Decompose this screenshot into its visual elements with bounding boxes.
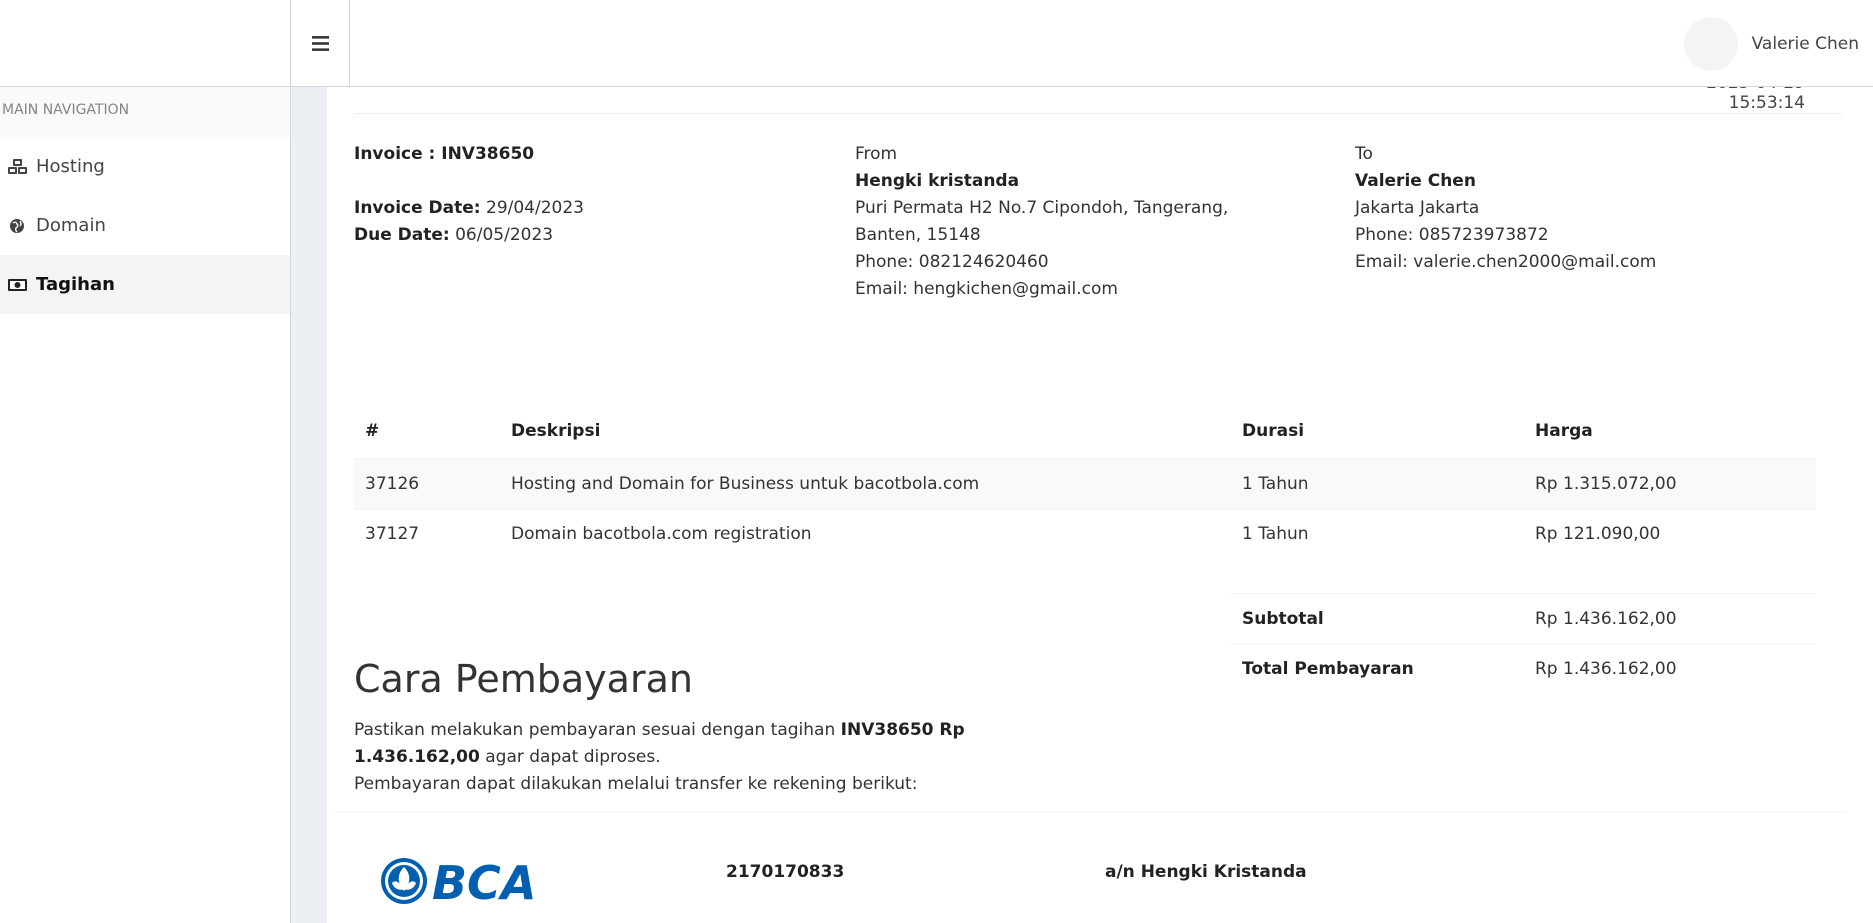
table-row: 37127 Domain bacotbola.com registration … [354, 508, 1816, 559]
logo-area [0, 0, 291, 87]
invoice-items-table: # Deskripsi Durasi Harga 37126 Hosting a… [354, 404, 1816, 559]
sidebar-section-title: MAIN NAVIGATION [0, 87, 290, 137]
invoice-number: Invoice : INV38650 [354, 144, 535, 164]
table-cell: Hosting and Domain for Business untuk ba… [500, 458, 1231, 509]
to-address-line: Jakarta Jakarta [1355, 198, 1480, 218]
table-cell: 1 Tahun [1231, 508, 1524, 559]
invoice-datetime: 2023-04-29 15:53:14 [1706, 87, 1805, 113]
sidebar-item-domain[interactable]: Domain [0, 196, 290, 255]
top-header: Valerie Chen [0, 0, 1873, 87]
payment-text-suffix: agar dapat diproses. [479, 747, 661, 767]
invoice-date-label: Invoice Date: [354, 198, 481, 218]
to-address: To Valerie Chen Jakarta Jakarta Phone: 0… [1355, 141, 1795, 276]
column-header: Deskripsi [500, 404, 1231, 460]
payment-instructions: Pastikan melakukan pembayaran sesuai den… [354, 717, 1074, 798]
to-title: To [1355, 144, 1373, 164]
user-menu[interactable]: Valerie Chen [1683, 0, 1873, 87]
divider [354, 113, 1842, 114]
total-row: Total Pembayaran Rp 1.436.162,00 [1231, 643, 1816, 694]
table-cell: 37127 [354, 508, 500, 559]
table-header-row: # Deskripsi Durasi Harga [354, 404, 1816, 460]
column-header: Durasi [1231, 404, 1524, 460]
table-cell: Rp 121.090,00 [1524, 508, 1816, 559]
bank-logo: BCA [380, 855, 536, 912]
from-address-line: Puri Permata H2 No.7 Cipondoh, Tangerang… [855, 198, 1229, 245]
to-phone: Phone: 085723973872 [1355, 225, 1549, 245]
table-cell: Domain bacotbola.com registration [500, 508, 1231, 559]
table-row: 37126 Hosting and Domain for Business un… [354, 458, 1816, 509]
divider [335, 811, 1845, 812]
payment-title: Cara Pembayaran [354, 657, 693, 701]
column-header: # [354, 404, 500, 460]
to-email: Email: valerie.chen2000@mail.com [1355, 252, 1657, 272]
sidebar: MAIN NAVIGATION Hosting Domain Tagihan [0, 87, 291, 923]
bars-icon [311, 36, 329, 51]
user-name[interactable]: Valerie Chen [1752, 34, 1859, 54]
money-icon [6, 276, 30, 294]
sidebar-toggle-button[interactable] [291, 0, 350, 87]
subtotal-label: Subtotal [1231, 593, 1524, 644]
from-phone: Phone: 082124620460 [855, 252, 1049, 272]
payment-text-line2: Pembayaran dapat dilakukan melalui trans… [354, 774, 918, 794]
avatar[interactable] [1683, 16, 1738, 71]
table-cell: 37126 [354, 458, 500, 509]
bank-account-holder: a/n Hengki Kristanda [1105, 862, 1307, 882]
globe-icon [6, 217, 30, 235]
column-header: Harga [1524, 404, 1816, 460]
cubes-icon [6, 158, 30, 176]
sidebar-item-hosting[interactable]: Hosting [0, 137, 290, 196]
sidebar-item-tagihan[interactable]: Tagihan [0, 255, 290, 314]
sidebar-item-label: Hosting [36, 156, 105, 177]
subtotal-value: Rp 1.436.162,00 [1524, 593, 1816, 644]
sidebar-item-label: Domain [36, 215, 106, 236]
from-title: From [855, 144, 898, 164]
from-name: Hengki kristanda [855, 171, 1020, 191]
invoice-info: Invoice : INV38650 Invoice Date: 29/04/2… [354, 141, 834, 249]
invoice-date: 29/04/2023 [486, 198, 584, 218]
due-date-label: Due Date: [354, 225, 450, 245]
sidebar-item-label: Tagihan [36, 274, 115, 295]
total-value: Rp 1.436.162,00 [1524, 643, 1816, 694]
subtotal-row: Subtotal Rp 1.436.162,00 [1231, 593, 1816, 644]
totals-table: Subtotal Rp 1.436.162,00 Total Pembayara… [1231, 593, 1816, 694]
from-email: Email: hengkichen@gmail.com [855, 279, 1118, 299]
invoice-box: 2023-04-29 15:53:14 Invoice : INV38650 I… [327, 87, 1873, 923]
to-name: Valerie Chen [1355, 171, 1476, 191]
from-address: From Hengki kristanda Puri Permata H2 No… [855, 141, 1295, 303]
due-date: 06/05/2023 [455, 225, 554, 245]
table-cell: Rp 1.315.072,00 [1524, 458, 1816, 509]
bank-logo-text: BCA [432, 856, 536, 907]
total-label: Total Pembayaran [1231, 643, 1524, 694]
table-cell: 1 Tahun [1231, 458, 1524, 509]
bca-logo-icon: BCA [381, 856, 536, 910]
bank-account-number: 2170170833 [726, 862, 845, 882]
payment-text-prefix: Pastikan melakukan pembayaran sesuai den… [354, 720, 841, 740]
